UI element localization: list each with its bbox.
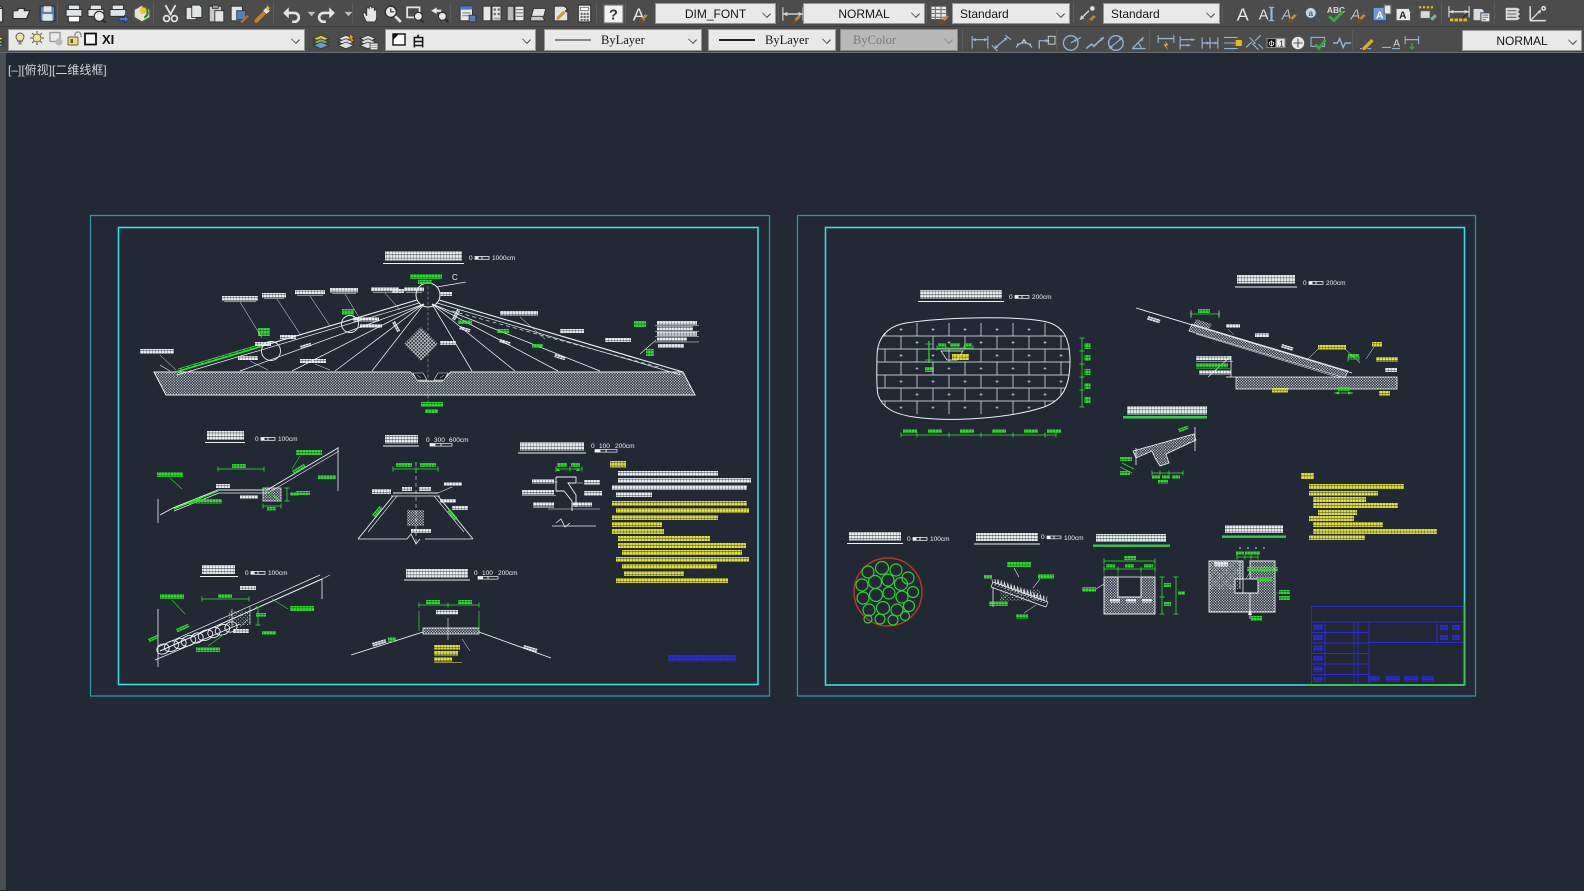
svg-text:A: A: [1376, 10, 1384, 21]
svg-text:XI: XI: [102, 32, 114, 47]
svg-text:a: a: [1308, 9, 1313, 18]
svg-text:A: A: [1236, 4, 1248, 23]
svg-text:100cm: 100cm: [278, 436, 298, 443]
svg-text:200cm: 200cm: [615, 443, 635, 450]
svg-text:0: 0: [474, 570, 478, 577]
svg-text:0: 0: [1041, 534, 1045, 541]
svg-text:0: 0: [469, 255, 473, 262]
svg-text:0: 0: [426, 437, 430, 444]
svg-text:200cm: 200cm: [1032, 294, 1052, 301]
svg-text:100cm: 100cm: [1064, 535, 1084, 542]
svg-text:A: A: [1393, 38, 1400, 49]
svg-text:0: 0: [907, 536, 911, 543]
svg-text:.1: .1: [1277, 39, 1284, 48]
svg-text:Φ: Φ: [1268, 39, 1274, 48]
svg-text:0: 0: [245, 570, 249, 577]
svg-text:0: 0: [591, 443, 595, 450]
svg-text:?: ?: [609, 7, 618, 23]
svg-text:100cm: 100cm: [268, 570, 288, 577]
svg-text:0: 0: [1303, 280, 1307, 287]
svg-text:C: C: [452, 273, 458, 282]
svg-text:1000cm: 1000cm: [492, 255, 515, 262]
svg-text:A: A: [1399, 10, 1407, 21]
svg-text:100: 100: [482, 570, 493, 577]
svg-text:600cm: 600cm: [449, 437, 469, 444]
svg-text:0: 0: [255, 436, 259, 443]
svg-text:A: A: [1258, 7, 1268, 23]
svg-text:0: 0: [1009, 294, 1013, 301]
svg-text:100: 100: [599, 443, 610, 450]
svg-text:300: 300: [434, 437, 445, 444]
svg-text:100cm: 100cm: [930, 536, 950, 543]
svg-text:200cm: 200cm: [1326, 280, 1346, 287]
svg-text:200cm: 200cm: [498, 570, 518, 577]
